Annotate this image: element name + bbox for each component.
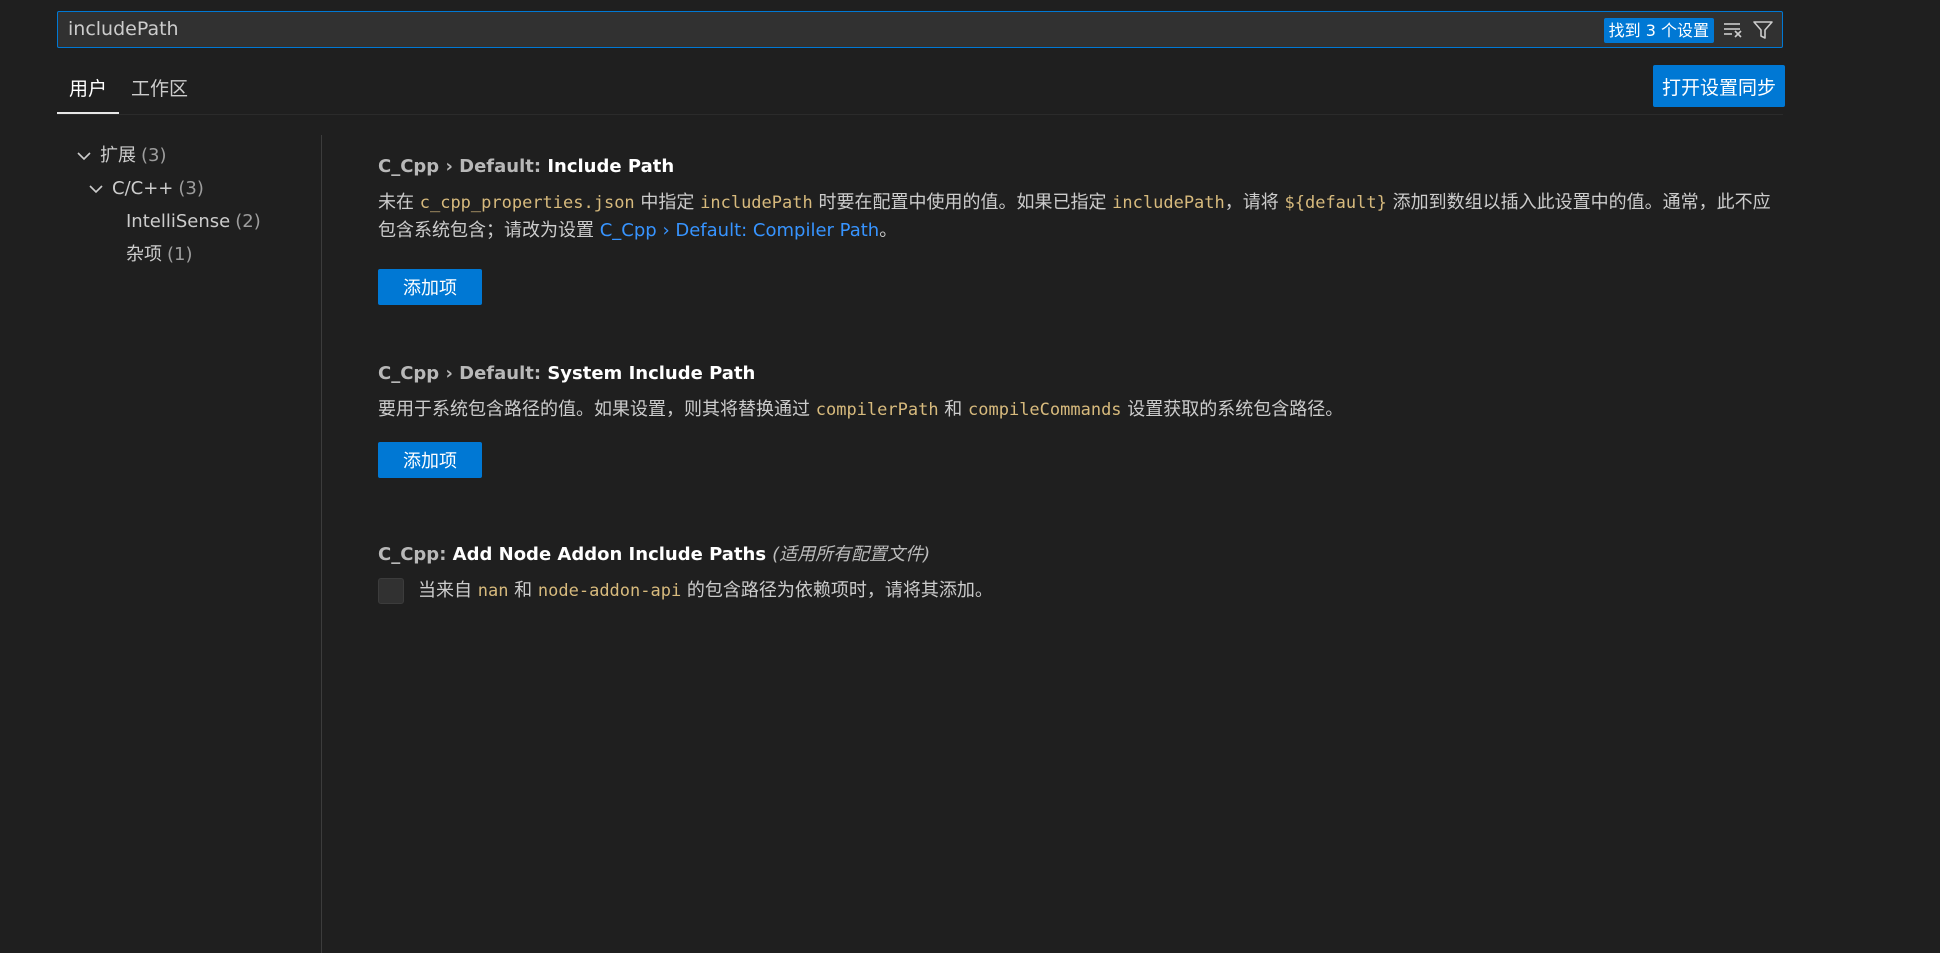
setting-name: Add Node Addon Include Paths: [452, 544, 767, 565]
toc-item-count: (3): [141, 145, 167, 166]
search-input[interactable]: [68, 12, 1588, 47]
desc-text: ，请将: [1224, 192, 1285, 213]
toc-item-intellisense[interactable]: IntelliSense (2): [74, 205, 314, 238]
setting-name: Include Path: [547, 156, 675, 177]
desc-text: 的包含路径为依赖项时，请将其添加。: [681, 580, 993, 601]
setting-description: 未在 c_cpp_properties.json 中指定 includePath…: [378, 189, 1778, 244]
setting-category: C_Cpp › Default:: [378, 156, 548, 177]
desc-code: node-addon-api: [537, 581, 682, 601]
setting-add-node-addon-include-paths: C_Cpp: Add Node Addon Include Paths (适用所有…: [378, 543, 1778, 605]
tab-workspace[interactable]: 工作区: [119, 64, 200, 114]
results-count-badge: 找到 3 个设置: [1603, 18, 1714, 43]
checkbox-row: 当来自 nan 和 node-addon-api 的包含路径为依赖项时，请将其添…: [378, 577, 1778, 605]
desc-text: 当来自: [418, 580, 478, 601]
chevron-down-icon: [86, 179, 106, 199]
setting-system-include-path: C_Cpp › Default: System Include Path 要用于…: [378, 362, 1778, 478]
toc-item-label: IntelliSense: [126, 211, 231, 232]
chevron-down-icon: [74, 146, 94, 166]
desc-code: nan: [477, 581, 509, 601]
setting-include-path: C_Cpp › Default: Include Path 未在 c_cpp_p…: [378, 155, 1778, 305]
compiler-path-link[interactable]: C_Cpp › Default: Compiler Path: [600, 220, 879, 241]
desc-code: includePath: [1112, 193, 1225, 213]
settings-search-bar: 找到 3 个设置: [57, 11, 1783, 48]
toc-item-extensions[interactable]: 扩展 (3): [74, 139, 314, 172]
toc-item-misc[interactable]: 杂项 (1): [74, 238, 314, 271]
desc-text: 和: [938, 399, 969, 420]
setting-title: C_Cpp › Default: Include Path: [378, 155, 1778, 179]
toc-item-count: (3): [178, 178, 204, 199]
setting-scope-note: (适用所有配置文件): [772, 544, 931, 565]
toc-item-label: C/C++: [112, 178, 174, 199]
desc-text: 。: [879, 220, 898, 241]
setting-category: C_Cpp › Default:: [378, 363, 548, 384]
toc-item-label: 杂项: [126, 244, 162, 265]
desc-code: c_cpp_properties.json: [419, 193, 635, 213]
tab-user[interactable]: 用户: [57, 64, 120, 114]
setting-description: 要用于系统包含路径的值。如果设置，则其将替换通过 compilerPath 和 …: [378, 396, 1778, 424]
add-item-button[interactable]: 添加项: [378, 442, 482, 478]
tab-divider: [57, 114, 1783, 115]
toc-item-label: 扩展: [100, 145, 136, 166]
toc-item-cpp[interactable]: C/C++ (3): [74, 172, 314, 205]
desc-text: 要用于系统包含路径的值。如果设置，则其将替换通过: [378, 399, 816, 420]
settings-editor: 找到 3 个设置 用户 工作区 打开设置同步 扩展: [0, 0, 1940, 953]
setting-title: C_Cpp › Default: System Include Path: [378, 362, 1778, 386]
add-item-button[interactable]: 添加项: [378, 269, 482, 305]
clear-filter-icon[interactable]: [1720, 17, 1746, 43]
setting-category: C_Cpp:: [378, 544, 453, 565]
desc-code: includePath: [700, 193, 813, 213]
desc-code: compilerPath: [815, 400, 939, 420]
toc-item-count: (1): [167, 244, 193, 265]
desc-code: ${default}: [1284, 193, 1387, 213]
toc-item-count: (2): [235, 211, 261, 232]
settings-toc: 扩展 (3) C/C++ (3) IntelliSense (2) 杂项 (1): [74, 139, 314, 271]
setting-title: C_Cpp: Add Node Addon Include Paths (适用所有…: [378, 543, 1778, 567]
desc-text: 设置获取的系统包含路径。: [1121, 399, 1344, 420]
desc-text: 未在: [378, 192, 420, 213]
add-node-addon-checkbox[interactable]: [378, 578, 404, 604]
setting-name: System Include Path: [547, 363, 756, 384]
desc-text: 时要在配置中使用的值。如果已指定: [812, 192, 1113, 213]
desc-code: compileCommands: [968, 400, 1122, 420]
settings-scope-tabs: 用户 工作区: [57, 64, 200, 114]
toc-splitter[interactable]: [321, 135, 322, 953]
desc-text: 中指定: [634, 192, 701, 213]
desc-text: 和: [508, 580, 538, 601]
setting-description: 当来自 nan 和 node-addon-api 的包含路径为依赖项时，请将其添…: [418, 577, 993, 605]
open-settings-sync-button[interactable]: 打开设置同步: [1653, 65, 1785, 107]
filter-icon[interactable]: [1750, 17, 1776, 43]
